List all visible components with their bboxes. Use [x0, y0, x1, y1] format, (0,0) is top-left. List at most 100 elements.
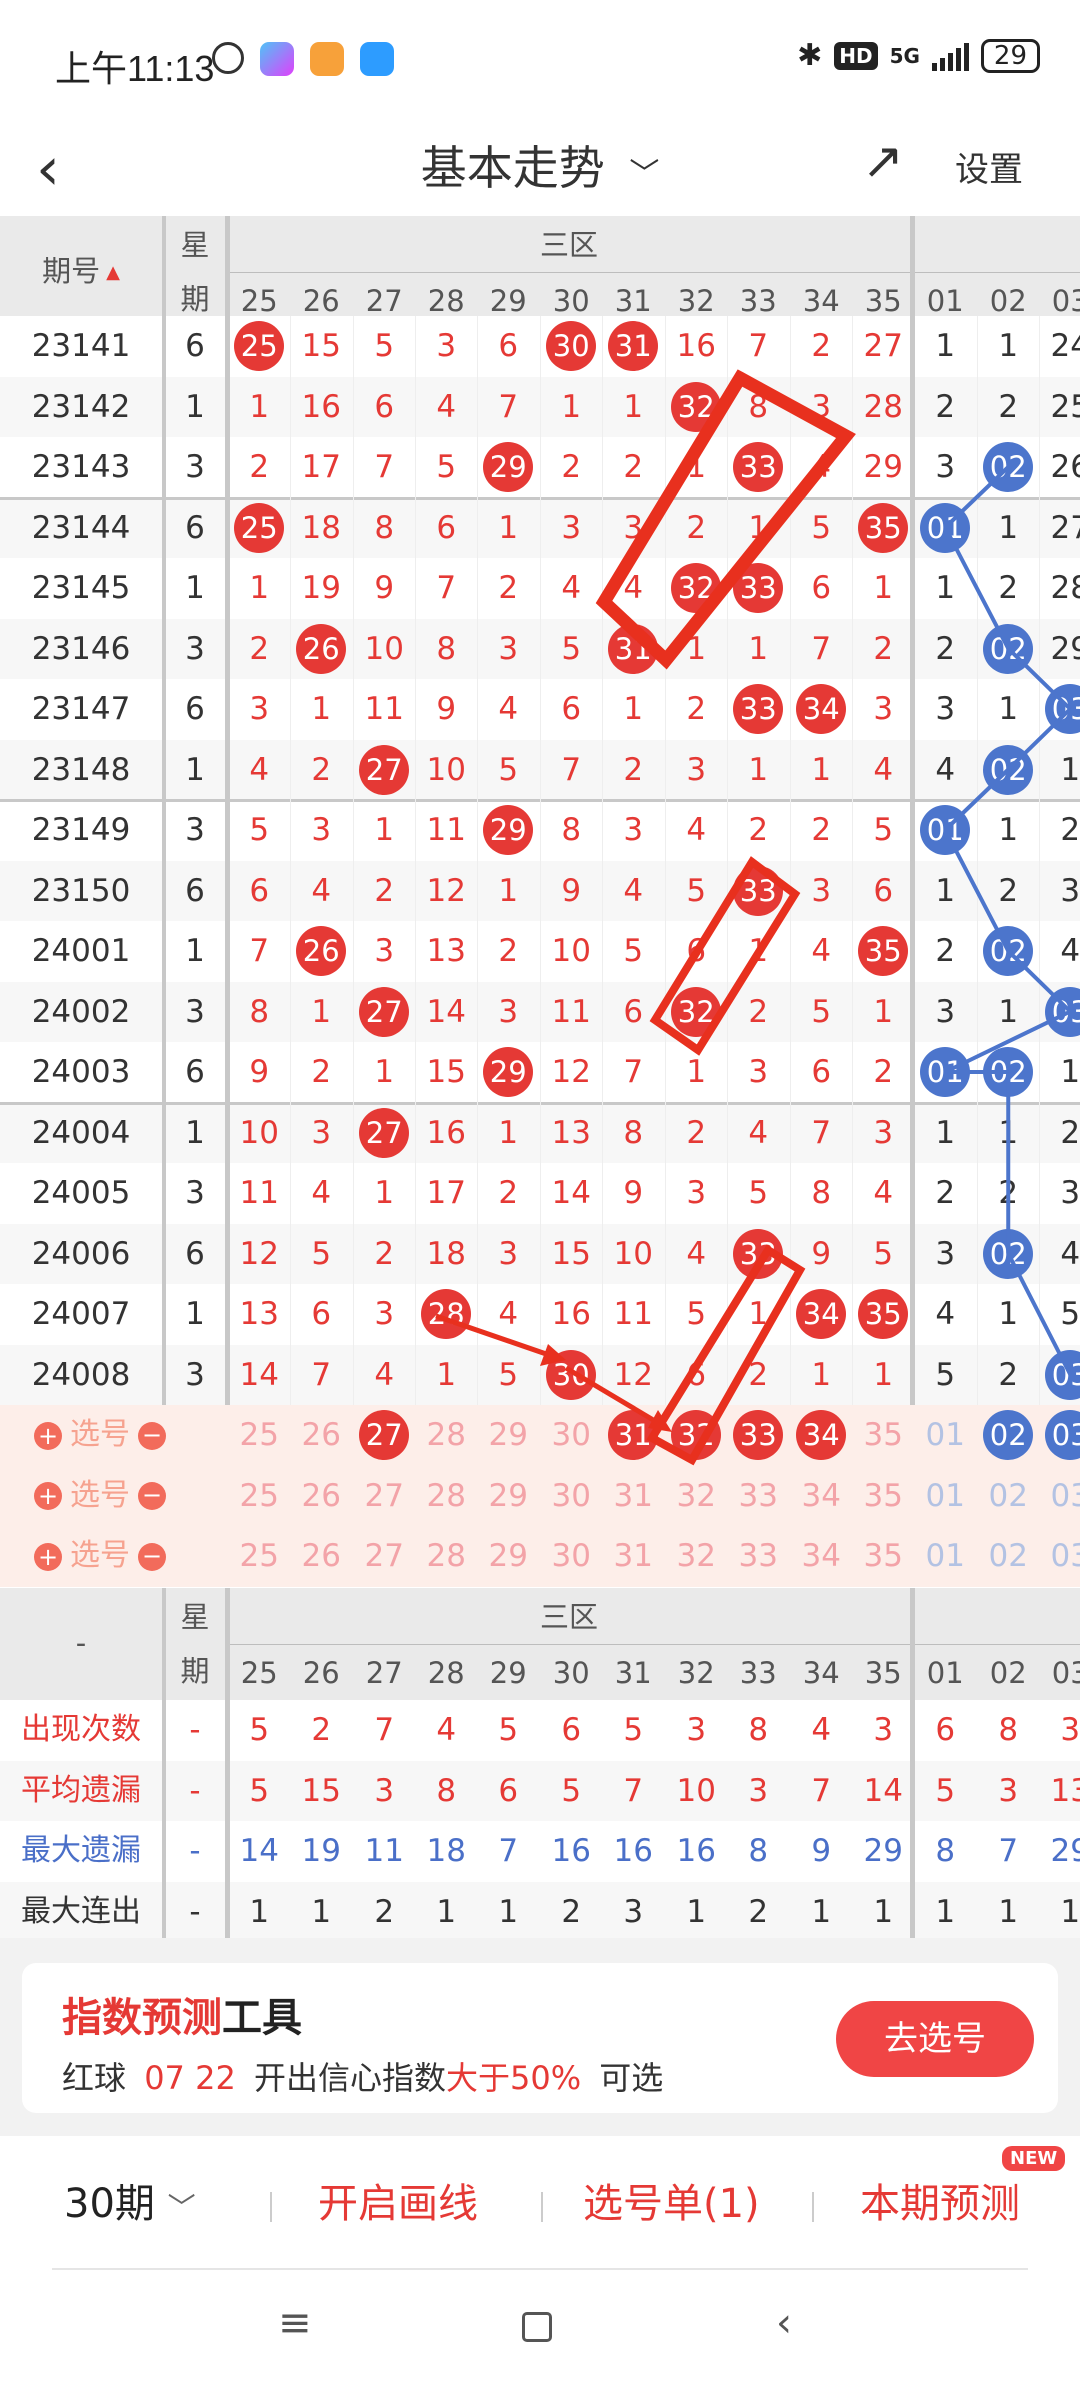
cell-value: 2 — [1060, 812, 1080, 848]
stats-cell: 3 — [374, 1772, 395, 1809]
back-icon[interactable]: ‹ — [776, 2300, 792, 2346]
selection-cell[interactable]: 30 — [540, 1466, 603, 1526]
table-cell: 2 — [228, 437, 291, 497]
selection-cell[interactable]: 01 — [914, 1526, 977, 1586]
selection-cell[interactable]: 30 — [540, 1405, 603, 1465]
selection-cell[interactable]: 33 — [727, 1526, 790, 1586]
selection-cell[interactable]: 26 — [290, 1526, 353, 1586]
selection-cell[interactable]: 26 — [290, 1466, 353, 1526]
red-ball: 27 — [359, 986, 410, 1037]
period-label: 30期 — [64, 2181, 155, 2227]
plus-icon[interactable]: + — [34, 1482, 62, 1510]
page-title-group[interactable]: 基本走势 ﹀ — [0, 128, 1080, 215]
selection-cell[interactable]: 29 — [477, 1405, 540, 1465]
plus-icon[interactable]: + — [34, 1421, 62, 1450]
weekday: 3 — [185, 449, 205, 485]
selection-cell[interactable]: 31 — [602, 1466, 665, 1526]
cell-value: 1 — [748, 630, 769, 667]
table-cell: 3 — [290, 800, 353, 860]
selection-cell[interactable]: 29 — [477, 1466, 540, 1526]
home-icon[interactable] — [522, 2312, 552, 2342]
cell-value: 9 — [249, 1054, 270, 1090]
selection-cell[interactable]: 33 — [727, 1405, 790, 1465]
selection-cell[interactable]: 35 — [852, 1466, 915, 1526]
selection-cell[interactable]: 02 — [977, 1526, 1040, 1586]
cell-value: 12 — [551, 1054, 591, 1090]
selection-cell[interactable]: 31 — [602, 1526, 665, 1586]
cell-value: 2 — [935, 630, 956, 667]
stats-cell: 1 — [498, 1893, 519, 1930]
selection-cell[interactable]: 02 — [977, 1466, 1040, 1526]
selection-cell[interactable]: 26 — [290, 1405, 353, 1465]
settings-button[interactable]: 设置 — [955, 140, 1023, 200]
table-cell: 14 — [540, 1163, 603, 1223]
selection-cell[interactable]: 35 — [852, 1526, 915, 1586]
selection-cell[interactable]: 34 — [790, 1466, 853, 1526]
cell-value: 7 — [374, 449, 395, 485]
draw-line-button[interactable]: 开启画线 — [318, 2174, 478, 2234]
stats-cell: 2 — [748, 1893, 769, 1930]
table-cell: 02 — [977, 437, 1040, 497]
selection-cell[interactable]: 27 — [353, 1526, 416, 1586]
selection-cell[interactable]: 28 — [415, 1466, 478, 1526]
go-pick-button[interactable]: 去选号 — [836, 2001, 1034, 2077]
selection-cell[interactable]: 32 — [665, 1466, 728, 1526]
selection-cell[interactable]: 32 — [665, 1526, 728, 1586]
table-cell: 7 — [602, 1042, 665, 1102]
table-cell: 2 — [290, 740, 353, 800]
cell-value: 34 — [801, 1477, 841, 1514]
table-cell: 2 — [477, 921, 540, 981]
minus-icon[interactable]: − — [138, 1542, 166, 1571]
selection-cell[interactable]: 03 — [1039, 1466, 1080, 1526]
minus-icon[interactable]: − — [138, 1482, 166, 1510]
table-cell: 1 — [540, 377, 603, 437]
stats-cell: 3 — [748, 1772, 769, 1809]
selection-cell[interactable]: 33 — [727, 1466, 790, 1526]
weekday: 1 — [185, 1296, 205, 1332]
plus-icon[interactable]: + — [34, 1542, 62, 1571]
minus-icon[interactable]: − — [138, 1421, 166, 1450]
selection-cell[interactable]: 01 — [914, 1405, 977, 1465]
selection-cell[interactable]: 03 — [1039, 1526, 1080, 1586]
table-cell: 31 — [602, 619, 665, 679]
share-icon[interactable]: ↗ — [862, 132, 904, 190]
cell-value: 26 — [301, 1477, 341, 1514]
cell-value: 8 — [748, 388, 769, 425]
table-cell: 1 — [852, 982, 915, 1042]
predict-button[interactable]: 本期预测 — [860, 2174, 1020, 2234]
selection-cell[interactable]: 32 — [665, 1405, 728, 1465]
selection-cell[interactable]: 34 — [790, 1405, 853, 1465]
selection-cell[interactable]: 29 — [477, 1526, 540, 1586]
selection-cell[interactable]: 27 — [353, 1405, 416, 1465]
table-cell: 2 — [228, 619, 291, 679]
issue-header[interactable]: 期号 ▲ — [0, 242, 162, 302]
cell-value: 2 — [311, 751, 332, 788]
cell-value: 3 — [873, 691, 894, 727]
menu-icon[interactable]: ≡ — [278, 2300, 312, 2346]
selection-cell[interactable]: 28 — [415, 1405, 478, 1465]
selection-cell[interactable]: 03 — [1039, 1405, 1080, 1465]
selection-cell[interactable]: 25 — [228, 1526, 291, 1586]
red-ball: 35 — [858, 502, 909, 553]
table-cell: 1 — [353, 1042, 416, 1102]
selection-cell[interactable]: 31 — [602, 1405, 665, 1465]
selection-cell[interactable]: 25 — [228, 1405, 291, 1465]
selection-cell[interactable]: 35 — [852, 1405, 915, 1465]
cell-value: 2 — [374, 872, 395, 909]
stats-cell: 8 — [436, 1772, 457, 1809]
cell-value: 1 — [873, 993, 894, 1030]
selection-cell[interactable]: 02 — [977, 1405, 1040, 1465]
selection-cell[interactable]: 30 — [540, 1526, 603, 1586]
selection-cell[interactable]: 25 — [228, 1466, 291, 1526]
blue-ball: 02 — [983, 1047, 1034, 1097]
stats-cell: 15 — [301, 1772, 341, 1809]
cell-value: 15 — [426, 1054, 466, 1090]
period-selector[interactable]: 30期 ﹀ — [64, 2174, 196, 2238]
issue-divider — [162, 216, 166, 328]
cell-value: 4 — [498, 691, 519, 727]
pick-list-button[interactable]: 选号单(1) — [583, 2174, 760, 2234]
selection-cell[interactable]: 34 — [790, 1526, 853, 1586]
selection-cell[interactable]: 01 — [914, 1466, 977, 1526]
selection-cell[interactable]: 28 — [415, 1526, 478, 1586]
selection-cell[interactable]: 27 — [353, 1466, 416, 1526]
